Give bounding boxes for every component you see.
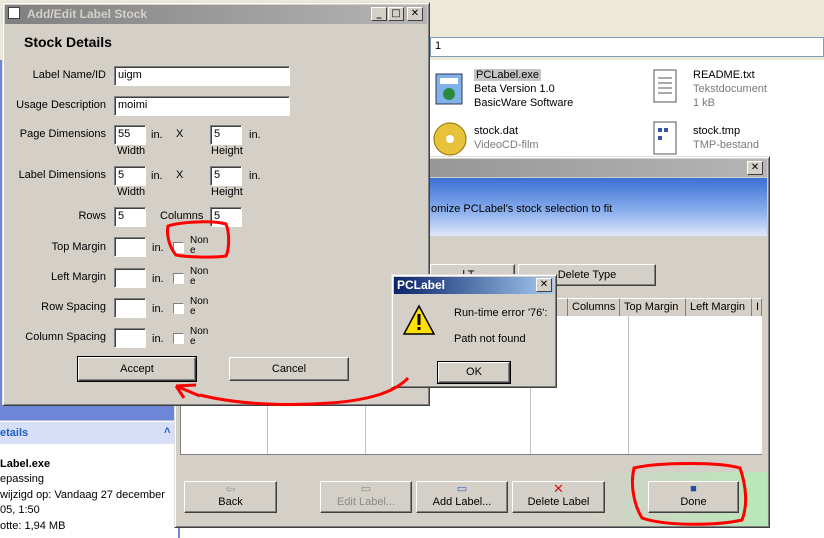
annotation-circle-done [630,462,748,526]
annotation-arrowhead [174,383,201,399]
annotation-circle-none [166,220,231,259]
annotation-arrow-curve [199,376,410,406]
annotation-overlay [166,220,748,526]
